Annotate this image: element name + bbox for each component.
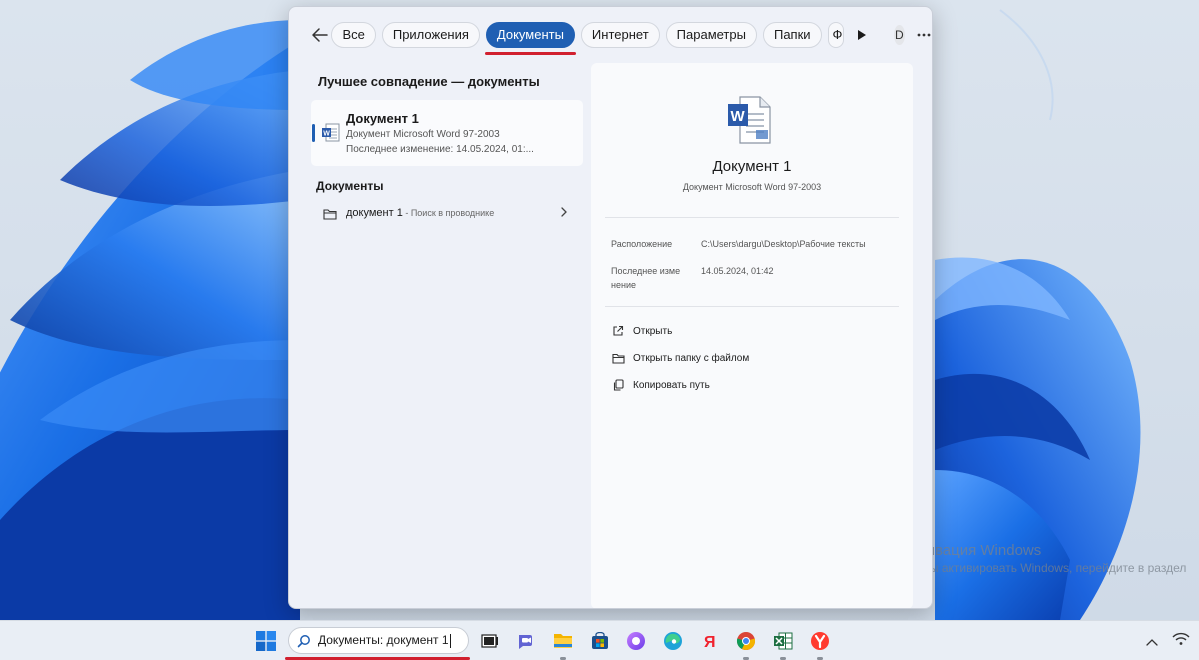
alice-assistant-icon xyxy=(627,632,645,650)
taskbar-search-value: Документы: документ 1 xyxy=(318,633,449,648)
teams-chat-button[interactable] xyxy=(514,629,538,653)
best-match-type: Документ Microsoft Word 97-2003 xyxy=(346,129,500,140)
task-view-button[interactable] xyxy=(478,629,502,653)
excel-icon xyxy=(774,632,793,650)
edge-browser-icon xyxy=(664,632,682,650)
divider xyxy=(605,306,899,307)
search-icon xyxy=(297,634,310,647)
tab-settings[interactable]: Параметры xyxy=(665,22,757,48)
open-external-icon xyxy=(611,324,625,338)
svg-text:W: W xyxy=(731,108,746,125)
explorer-result-name: документ 1 xyxy=(346,207,403,219)
network-button[interactable] xyxy=(1172,632,1190,651)
location-value: C:\Users\dargu\Desktop\Рабочие тексты xyxy=(701,239,866,249)
taskbar-search-text: Документы: документ 1 xyxy=(318,633,451,648)
modified-label: Последнее изме нение xyxy=(611,264,695,292)
open-folder-action[interactable]: Открыть папку с файлом xyxy=(611,349,749,367)
teams-chat-icon xyxy=(519,635,532,649)
copy-path-action[interactable]: Копировать путь xyxy=(611,376,710,394)
best-match-title: Документ 1 xyxy=(346,111,419,126)
yandex-button[interactable]: Я xyxy=(698,629,722,653)
activation-watermark: Активация Windows Чтобы активировать Win… xyxy=(903,542,1186,575)
preview-title: Документ 1 xyxy=(712,158,792,175)
search-tabs-bar: Все Приложения Документы Интернет Параме… xyxy=(289,7,932,63)
desktop: Активация Windows Чтобы активировать Win… xyxy=(0,0,1199,620)
scroll-tabs-button[interactable] xyxy=(856,22,868,48)
results-list: Лучшее совпадение — документы W Документ… xyxy=(311,63,583,226)
taskbar: Документы: документ 1 Я xyxy=(0,620,1199,660)
documents-heading: Документы xyxy=(316,179,384,193)
microsoft-store-button[interactable] xyxy=(588,629,612,653)
preview-pane: W Документ 1 Документ Microsoft Word 97-… xyxy=(591,63,913,608)
arrow-left-icon xyxy=(312,28,328,42)
preview-subtitle: Документ Microsoft Word 97-2003 xyxy=(682,182,822,192)
chevron-right-icon xyxy=(560,205,568,223)
tab-all[interactable]: Все xyxy=(331,22,376,48)
ellipsis-icon xyxy=(918,33,931,37)
modified-value: 14.05.2024, 01:42 xyxy=(701,266,774,276)
show-hidden-icons-button[interactable] xyxy=(1146,633,1158,651)
alice-assistant-button[interactable] xyxy=(624,629,648,653)
open-action-label: Открыть xyxy=(633,325,673,337)
copy-icon xyxy=(611,378,625,392)
word-document-icon: W xyxy=(321,123,341,148)
chevron-up-icon xyxy=(1146,639,1158,646)
yandex-browser-button[interactable] xyxy=(808,629,832,653)
explorer-search-result[interactable]: документ 1 - Поиск в проводнике xyxy=(311,202,583,226)
folder-icon xyxy=(611,351,625,365)
folder-search-icon xyxy=(323,207,337,225)
watermark-subtitle: Чтобы активировать Windows, перейдите в … xyxy=(903,561,1187,575)
svg-text:W: W xyxy=(323,130,330,137)
best-match-result[interactable]: W Документ 1 Документ Microsoft Word 97-… xyxy=(311,100,583,166)
taskbar-search-box[interactable]: Документы: документ 1 xyxy=(285,627,470,660)
explorer-result-label: документ 1 - Поиск в проводнике xyxy=(346,207,494,219)
explorer-result-hint: - Поиск в проводнике xyxy=(402,208,495,218)
chrome-button[interactable] xyxy=(734,629,758,653)
yandex-icon: Я xyxy=(704,634,716,650)
modified-label-line1: Последнее изме xyxy=(611,266,681,276)
play-arrow-icon xyxy=(858,30,866,40)
edge-browser-button[interactable] xyxy=(661,629,685,653)
file-explorer-button[interactable] xyxy=(551,629,575,653)
more-options-button[interactable] xyxy=(917,22,932,48)
text-caret xyxy=(449,633,451,648)
copy-path-action-label: Копировать путь xyxy=(633,379,710,391)
divider xyxy=(605,217,899,218)
wifi-icon xyxy=(1172,632,1190,645)
modified-label-line2: нение xyxy=(611,280,636,290)
word-document-large-icon: W xyxy=(726,94,774,151)
tab-documents[interactable]: Документы xyxy=(484,22,576,55)
best-match-modified: Последнее изменение: 14.05.2024, 01:... xyxy=(346,144,534,155)
open-folder-action-label: Открыть папку с файлом xyxy=(633,352,750,364)
svg-text:Я: Я xyxy=(704,634,716,650)
best-match-heading: Лучшее совпадение — документы xyxy=(318,74,540,89)
open-action[interactable]: Открыть xyxy=(611,322,672,340)
start-button[interactable] xyxy=(256,631,276,656)
watermark-title: Активация Windows xyxy=(903,542,1042,559)
windows-search-panel: Все Приложения Документы Интернет Параме… xyxy=(288,6,933,609)
chrome-icon xyxy=(736,632,756,650)
tab-web[interactable]: Интернет xyxy=(580,22,660,48)
yandex-browser-icon xyxy=(811,632,829,650)
windows-logo-icon xyxy=(256,631,276,651)
location-label: Расположение xyxy=(611,239,673,249)
excel-button[interactable] xyxy=(771,629,795,653)
back-button[interactable] xyxy=(311,20,329,50)
tab-folders[interactable]: Папки xyxy=(762,22,822,48)
tab-apps[interactable]: Приложения xyxy=(381,22,480,48)
tab-photos-truncated[interactable]: Ф xyxy=(827,22,845,48)
account-avatar[interactable]: D xyxy=(893,25,905,45)
microsoft-store-icon xyxy=(592,632,608,649)
task-view-icon xyxy=(481,634,498,648)
selection-indicator xyxy=(312,124,315,142)
file-explorer-icon xyxy=(554,634,572,648)
